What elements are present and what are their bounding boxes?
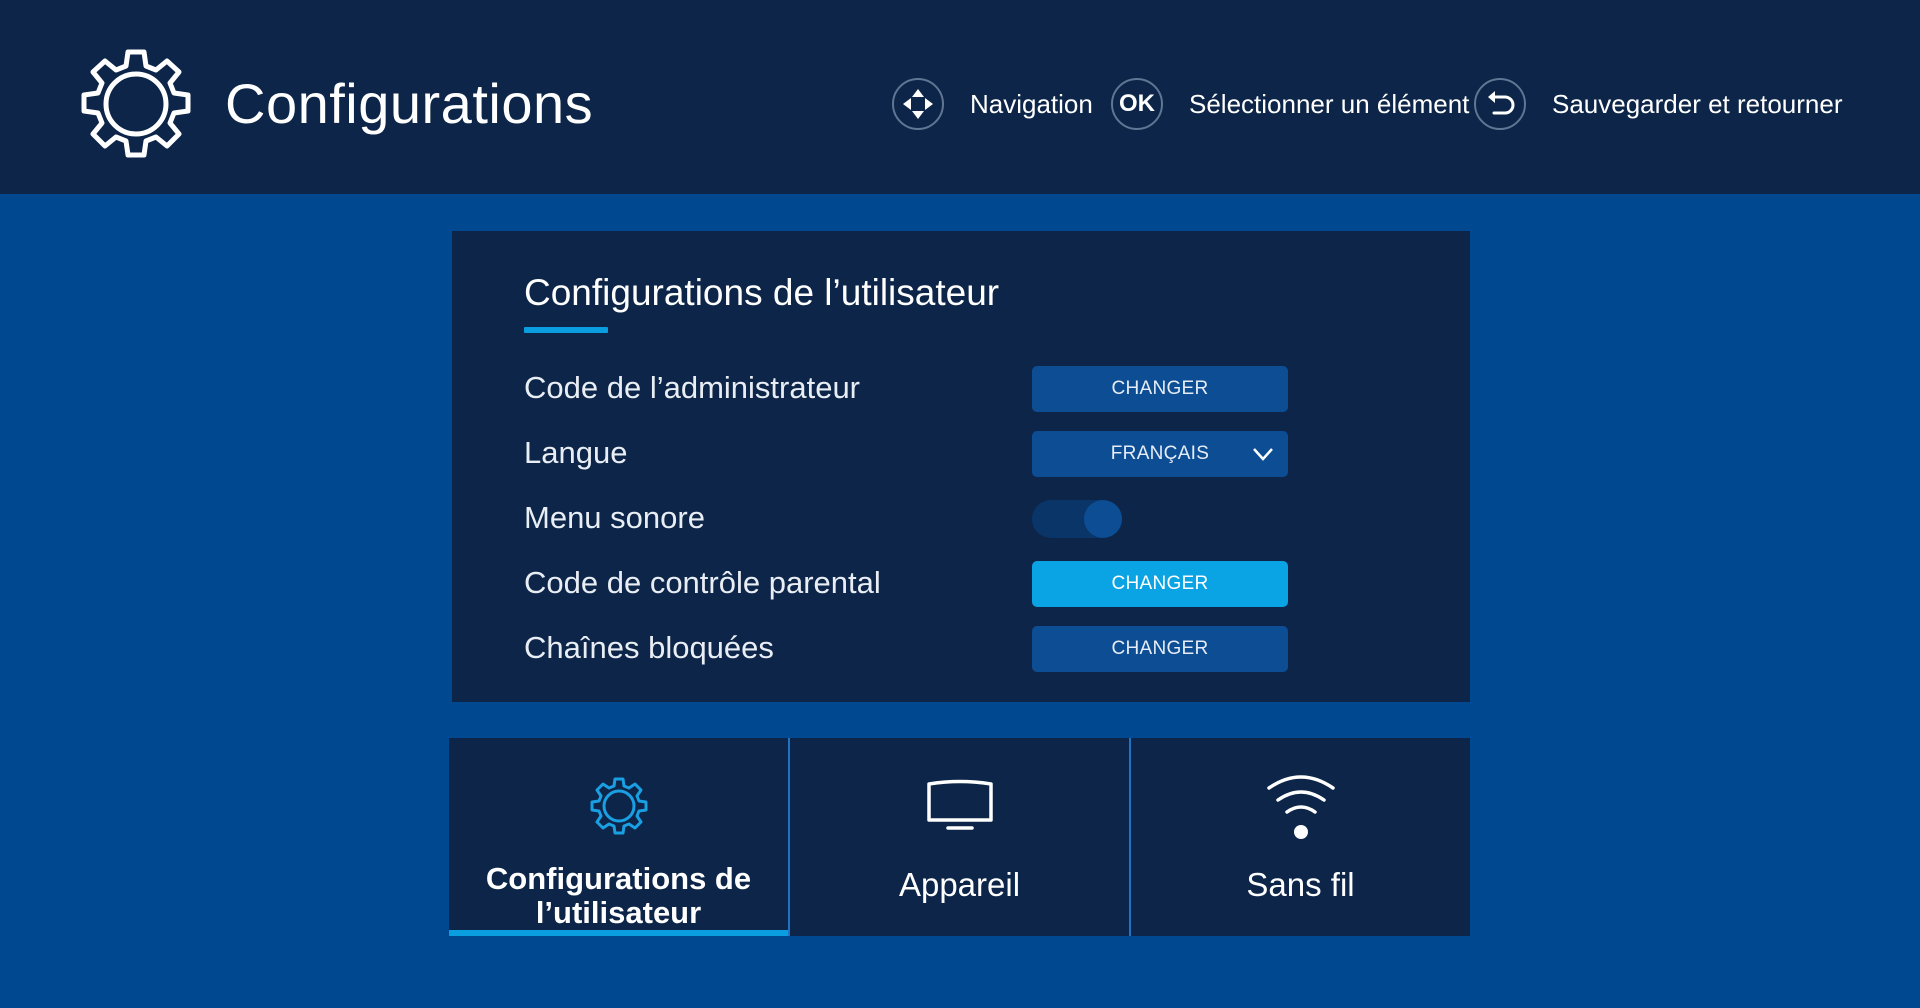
setting-row-parental-code: Code de contrôle parental CHANGER — [524, 561, 1404, 607]
tab-wireless[interactable]: Sans fil — [1131, 738, 1470, 936]
tab-user-settings-label-line1: Configurations de — [485, 861, 752, 896]
setting-label: Code de l’administrateur — [524, 370, 861, 405]
hint-navigation: Navigation — [892, 76, 1093, 132]
tab-selected-indicator — [449, 930, 788, 936]
setting-label: Chaînes bloquées — [524, 630, 774, 665]
change-admin-code-button[interactable]: CHANGER — [1032, 366, 1288, 412]
hint-save-return: Sauvegarder et retourner — [1474, 76, 1843, 132]
category-tabs: Configurations de l’utilisateur Appareil… — [449, 738, 1470, 936]
hint-select: OK Sélectionner un élément — [1111, 76, 1469, 132]
audio-menu-toggle[interactable] — [1032, 500, 1122, 538]
panel-title-underline — [524, 327, 608, 333]
tab-user-settings-label-line2: l’utilisateur — [535, 895, 702, 930]
header-bar: Configurations Navigation OK Sélectionne… — [0, 0, 1920, 194]
panel-title: Configurations de l’utilisateur — [524, 272, 1000, 313]
hint-navigation-label: Navigation — [970, 88, 1093, 119]
setting-label: Langue — [524, 435, 628, 470]
page-title: Configurations — [225, 72, 594, 135]
gear-icon — [81, 49, 191, 158]
tab-wireless-label: Sans fil — [1246, 866, 1355, 903]
change-blocked-channels-button[interactable]: CHANGER — [1032, 626, 1288, 672]
tab-device[interactable]: Appareil — [790, 738, 1129, 936]
ok-button-icon: OK — [1111, 78, 1163, 130]
setting-row-audio-menu: Menu sonore — [524, 496, 1404, 542]
gear-icon — [590, 777, 647, 835]
toggle-knob — [1084, 500, 1122, 538]
ok-key-label: OK — [1119, 90, 1155, 117]
setting-label: Menu sonore — [524, 500, 705, 535]
setting-row-language: Langue FRANÇAIS — [524, 431, 1404, 477]
language-select-value: FRANÇAIS — [1110, 443, 1210, 464]
tab-device-label: Appareil — [898, 866, 1021, 903]
dpad-icon — [892, 78, 944, 130]
tv-icon — [926, 779, 993, 830]
setting-row-blocked-channels: Chaînes bloquées CHANGER — [524, 626, 1404, 672]
user-settings-panel: Configurations de l’utilisateur Code de … — [452, 231, 1470, 702]
wifi-icon — [1266, 775, 1335, 839]
setting-label: Code de contrôle parental — [524, 565, 881, 600]
chevron-down-icon — [1253, 448, 1273, 461]
setting-row-admin-code: Code de l’administrateur CHANGER — [524, 366, 1404, 412]
hint-select-label: Sélectionner un élément — [1189, 88, 1470, 119]
change-parental-code-button[interactable]: CHANGER — [1032, 561, 1288, 607]
hint-save-label: Sauvegarder et retourner — [1552, 88, 1843, 119]
back-arrow-icon — [1474, 78, 1526, 130]
tab-user-settings[interactable]: Configurations de l’utilisateur — [449, 738, 788, 936]
language-select[interactable]: FRANÇAIS — [1032, 431, 1288, 477]
